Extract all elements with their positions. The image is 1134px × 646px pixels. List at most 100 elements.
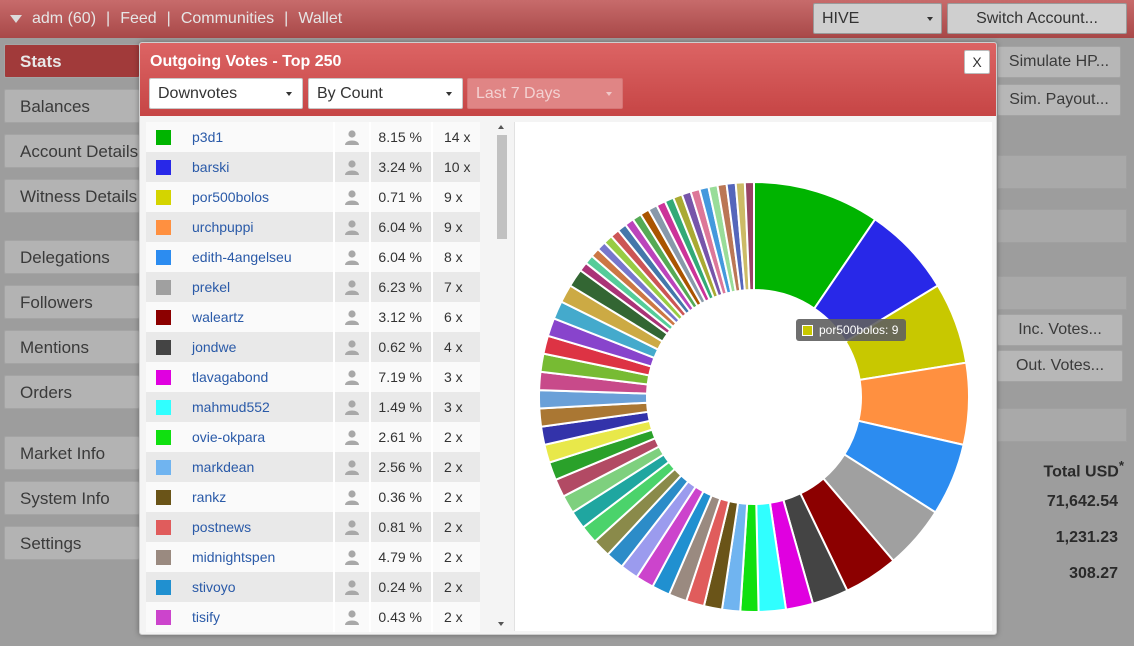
vote-row: jondwe 0.62 % 4 x — [146, 332, 480, 362]
sim-payout-button[interactable]: Sim. Payout... — [997, 84, 1121, 116]
nav-communities[interactable]: Communities — [181, 10, 274, 28]
color-swatch — [156, 459, 171, 475]
user-icon[interactable] — [335, 272, 371, 302]
total-usd-marker: * — [1118, 458, 1124, 473]
user-icon[interactable] — [335, 302, 371, 332]
vote-row: tlavagabond 7.19 % 3 x — [146, 362, 480, 392]
voter-link[interactable]: tlavagabond — [180, 362, 335, 392]
sidebar-item-stats[interactable]: Stats — [4, 44, 140, 78]
user-icon[interactable] — [335, 602, 371, 632]
total-usd-label: Total USD — [1043, 463, 1119, 481]
info-strip — [997, 276, 1127, 310]
total-usd-header: Total USD* — [1004, 458, 1124, 481]
nav-separator: | — [106, 10, 111, 27]
color-swatch-cell — [146, 542, 180, 572]
info-strip — [997, 155, 1127, 189]
sidebar-item-delegations[interactable]: Delegations — [4, 240, 140, 274]
chevron-down-icon — [286, 92, 292, 96]
color-swatch — [156, 519, 171, 535]
voter-link[interactable]: postnews — [180, 512, 335, 542]
sort-select[interactable]: By Count — [308, 78, 463, 109]
voter-link[interactable]: prekel — [180, 272, 335, 302]
top-bar: adm (60) | Feed | Communities | Wallet H… — [0, 0, 1134, 38]
user-menu[interactable]: adm (60) — [32, 10, 96, 28]
sidebar-item-settings[interactable]: Settings — [4, 526, 140, 560]
vote-count: 2 x — [444, 429, 463, 445]
sidebar-item-witness-details[interactable]: Witness Details — [4, 179, 140, 213]
voter-link[interactable]: edith-4angelseu — [180, 242, 335, 272]
sidebar-item-system-info[interactable]: System Info — [4, 481, 140, 515]
voter-link[interactable]: waleartz — [180, 302, 335, 332]
vote-row: barski 3.24 % 10 x — [146, 152, 480, 182]
color-swatch-cell — [146, 332, 180, 362]
switch-account-button[interactable]: Switch Account... — [947, 3, 1127, 34]
voter-link[interactable]: tisify — [180, 602, 335, 632]
inc-votes-button[interactable]: Inc. Votes... — [997, 314, 1123, 346]
user-icon[interactable] — [335, 482, 371, 512]
sidebar-item-followers[interactable]: Followers — [4, 285, 140, 319]
vote-count: 7 x — [444, 279, 463, 295]
nav-wallet[interactable]: Wallet — [298, 10, 342, 28]
close-button[interactable]: X — [964, 50, 990, 74]
vote-count: 8 x — [444, 249, 463, 265]
user-icon[interactable] — [335, 332, 371, 362]
user-icon[interactable] — [335, 542, 371, 572]
user-icon[interactable] — [335, 452, 371, 482]
vote-row: rankz 0.36 % 2 x — [146, 482, 480, 512]
chart-tooltip: por500bolos: 9 — [796, 319, 907, 341]
user-icon[interactable] — [335, 362, 371, 392]
voter-link[interactable]: markdean — [180, 452, 335, 482]
vote-percent: 0.81 % — [371, 512, 433, 542]
vote-percent: 6.23 % — [371, 272, 433, 302]
sort-value: By Count — [317, 85, 383, 102]
voter-link[interactable]: por500bolos — [180, 182, 335, 212]
total-usd-value: 308.27 — [1069, 565, 1118, 582]
voter-link[interactable]: rankz — [180, 482, 335, 512]
voter-link[interactable]: jondwe — [180, 332, 335, 362]
list-scrollbar[interactable] — [495, 123, 509, 631]
user-icon[interactable] — [335, 122, 371, 152]
sidebar-item-orders[interactable]: Orders — [4, 375, 140, 409]
user-icon[interactable] — [335, 422, 371, 452]
user-icon[interactable] — [335, 242, 371, 272]
color-swatch — [156, 219, 171, 235]
sidebar-item-account-details[interactable]: Account Details — [4, 134, 140, 168]
vote-row: por500bolos 0.71 % 9 x — [146, 182, 480, 212]
user-icon[interactable] — [335, 572, 371, 602]
modal-title: Outgoing Votes - Top 250 — [150, 53, 342, 70]
voter-link[interactable]: stivoyo — [180, 572, 335, 602]
voter-link[interactable]: urchpuppi — [180, 212, 335, 242]
scroll-thumb[interactable] — [497, 135, 507, 239]
user-icon[interactable] — [335, 392, 371, 422]
vote-count: 2 x — [444, 489, 463, 505]
color-swatch — [156, 159, 171, 175]
voter-link[interactable]: barski — [180, 152, 335, 182]
vote-percent: 7.19 % — [371, 362, 433, 392]
nav-feed[interactable]: Feed — [120, 10, 156, 28]
scroll-down-icon[interactable] — [498, 622, 504, 626]
voter-link[interactable]: midnightspen — [180, 542, 335, 572]
vote-count: 3 x — [444, 369, 463, 385]
color-swatch-cell — [146, 602, 180, 632]
user-icon[interactable] — [335, 512, 371, 542]
voter-link[interactable]: ovie-okpara — [180, 422, 335, 452]
scroll-up-icon[interactable] — [498, 125, 504, 129]
sidebar-item-balances[interactable]: Balances — [4, 89, 140, 123]
out-votes-button[interactable]: Out. Votes... — [997, 350, 1123, 382]
voter-link[interactable]: p3d1 — [180, 122, 335, 152]
sidebar-item-mentions[interactable]: Mentions — [4, 330, 140, 364]
chart-panel — [514, 122, 992, 631]
simulate-hp-button[interactable]: Simulate HP... — [997, 46, 1121, 78]
vote-percent: 0.24 % — [371, 572, 433, 602]
vote-type-select[interactable]: Downvotes — [149, 78, 303, 109]
voter-link[interactable]: mahmud552 — [180, 392, 335, 422]
user-icon[interactable] — [335, 152, 371, 182]
chain-select[interactable]: HIVE — [813, 3, 942, 34]
color-swatch — [156, 249, 171, 265]
vote-percent: 0.62 % — [371, 332, 433, 362]
user-icon[interactable] — [335, 212, 371, 242]
color-swatch-cell — [146, 272, 180, 302]
sidebar-item-market-info[interactable]: Market Info — [4, 436, 140, 470]
dropdown-triangle-icon[interactable] — [10, 15, 22, 23]
user-icon[interactable] — [335, 182, 371, 212]
